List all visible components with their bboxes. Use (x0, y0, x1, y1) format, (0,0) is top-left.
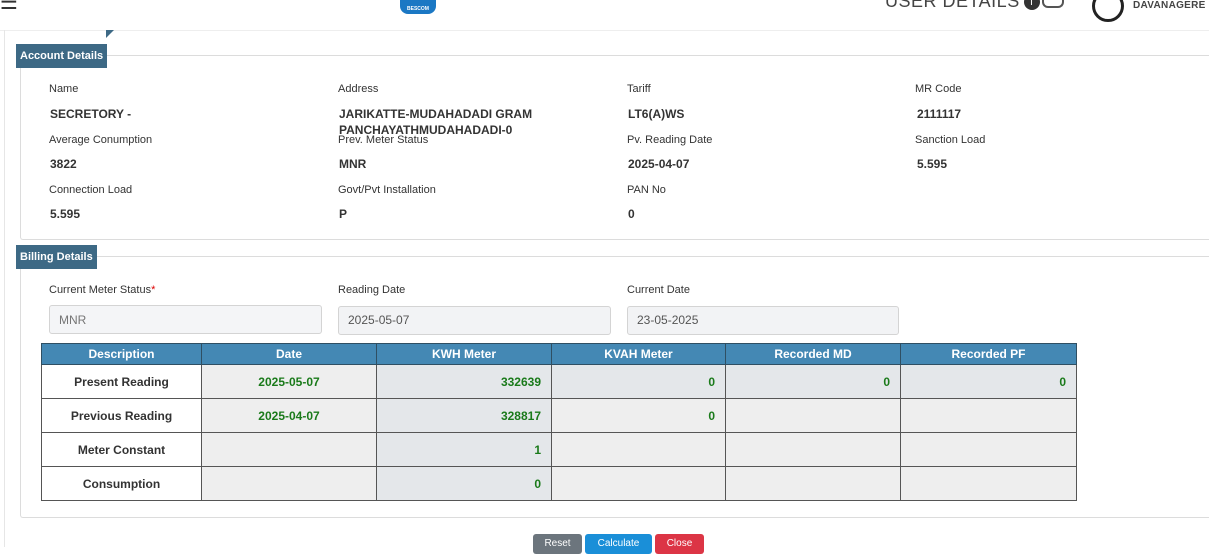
user-details-label: USER DETAILS (885, 0, 1020, 11)
logo-text: BESCOM (407, 6, 429, 12)
table-header-row: Description Date KWH Meter KVAH Meter Re… (41, 343, 1077, 365)
constant-date-cell (201, 432, 377, 467)
decorative-notch (106, 30, 114, 38)
menu-icon[interactable]: ☰ (0, 0, 18, 15)
row-description: Present Reading (41, 364, 202, 399)
column-header-kwh: KWH Meter (376, 343, 552, 365)
account-details-panel (20, 55, 1209, 240)
account-details-legend: Account Details (16, 44, 108, 68)
table-row: Previous Reading 2025-04-07 328817 0 (41, 398, 1077, 433)
sidebar-divider (4, 30, 5, 547)
office-name: DAVANAGERE I (1133, 0, 1209, 11)
table-row: Meter Constant 1 (41, 432, 1077, 467)
billing-details-legend: Billing Details (16, 245, 97, 269)
connection-load-value: 5.595 (50, 207, 81, 221)
meter-constant-kwh-cell: 1 (376, 432, 552, 467)
required-mark: * (151, 284, 156, 296)
pan-no-value: 0 (628, 207, 635, 221)
column-header-recorded-pf: Recorded PF (900, 343, 1077, 365)
previous-kwh-cell: 328817 (376, 398, 552, 433)
close-button[interactable]: Close (655, 534, 704, 554)
previous-md-cell (725, 398, 901, 433)
mr-code-label: MR Code (915, 83, 962, 95)
connection-load-label: Connection Load (49, 184, 133, 196)
tariff-value: LT6(A)WS (628, 107, 685, 121)
user-details-link[interactable]: USER DETAILS i (885, 0, 1040, 12)
previous-kvah-cell: 0 (551, 398, 726, 433)
column-header-kvah: KVAH Meter (551, 343, 726, 365)
prev-meter-status-value: MNR (339, 157, 367, 171)
prev-meter-status-label: Prev. Meter Status (338, 134, 429, 146)
present-date-cell: 2025-05-07 (201, 364, 377, 399)
user-avatar-icon[interactable] (1092, 0, 1124, 22)
pan-no-label: PAN No (627, 184, 666, 196)
meter-constant-pf-cell (900, 432, 1077, 467)
previous-date-cell: 2025-04-07 (201, 398, 377, 433)
bell-icon[interactable] (1042, 0, 1064, 8)
reading-date-input[interactable]: 2025-05-07 (338, 306, 611, 335)
present-kvah-input[interactable]: 0 (551, 364, 726, 399)
consumption-kvah-cell (551, 466, 726, 501)
calculate-button[interactable]: Calculate (585, 534, 652, 554)
row-description: Previous Reading (41, 398, 202, 433)
meter-constant-kvah-cell (551, 432, 726, 467)
current-meter-status-input[interactable] (49, 305, 322, 334)
sanction-load-value: 5.595 (917, 157, 948, 171)
column-header-recorded-md: Recorded MD (725, 343, 901, 365)
address-label: Address (338, 83, 379, 95)
top-header: ☰ BESCOM USER DETAILS i DAVANAGERE I (0, 0, 1209, 31)
consumption-date-cell (201, 466, 377, 501)
consumption-kwh-cell: 0 (376, 466, 552, 501)
present-md-input[interactable]: 0 (725, 364, 901, 399)
consumption-md-cell (725, 466, 901, 501)
installation-label: Govt/Pvt Installation (338, 184, 436, 196)
tariff-label: Tariff (627, 83, 651, 95)
avg-consumption-value: 3822 (50, 157, 77, 171)
column-header-description: Description (41, 343, 202, 365)
info-icon: i (1023, 0, 1040, 11)
row-description: Consumption (41, 466, 202, 501)
avg-consumption-label: Average Conumption (49, 134, 153, 146)
bescom-logo: BESCOM (400, 0, 436, 14)
meter-constant-md-cell (725, 432, 901, 467)
pv-reading-date-label: Pv. Reading Date (627, 134, 713, 146)
current-date-input: 23-05-2025 (627, 306, 899, 335)
reading-date-label: Reading Date (338, 284, 406, 296)
current-meter-status-label: Current Meter Status* (49, 284, 155, 296)
previous-pf-cell (900, 398, 1077, 433)
table-row: Consumption 0 (41, 466, 1077, 501)
column-header-date: Date (201, 343, 377, 365)
row-description: Meter Constant (41, 432, 202, 467)
reset-button[interactable]: Reset (533, 534, 582, 554)
mr-code-value: 2111117 (917, 107, 962, 121)
sanction-load-label: Sanction Load (915, 134, 986, 146)
table-row: Present Reading 2025-05-07 332639 0 0 0 (41, 364, 1077, 399)
current-meter-status-label-text: Current Meter Status (49, 284, 152, 296)
consumption-pf-cell (900, 466, 1077, 501)
installation-value: P (339, 207, 348, 221)
present-kwh-input[interactable]: 332639 (376, 364, 552, 399)
name-label: Name (49, 83, 79, 95)
present-pf-input[interactable]: 0 (900, 364, 1077, 399)
meter-reading-table: Description Date KWH Meter KVAH Meter Re… (41, 343, 1077, 501)
name-value: SECRETORY - (50, 107, 132, 121)
pv-reading-date-value: 2025-04-07 (628, 157, 690, 171)
current-date-label: Current Date (627, 284, 690, 296)
